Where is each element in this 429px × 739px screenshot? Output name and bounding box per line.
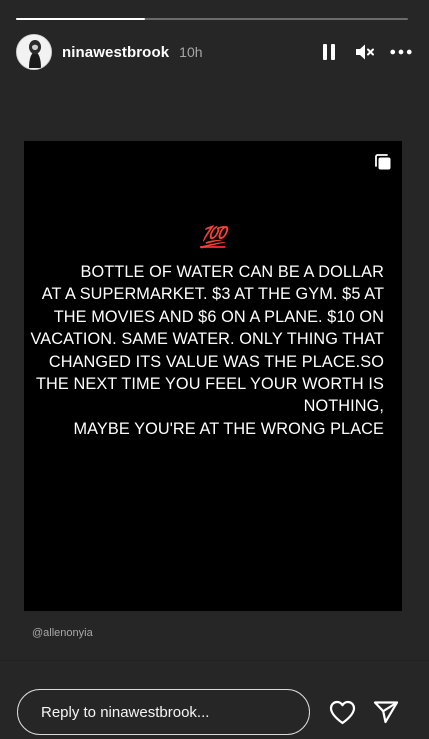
story-viewer: ninawestbrook 10h 💯 BOTTLE OF WATER CAN … [0, 0, 429, 739]
username[interactable]: ninawestbrook [62, 44, 169, 61]
story-controls [318, 34, 412, 70]
more-options-icon[interactable] [390, 41, 412, 63]
post-credit[interactable]: @allenonyia [32, 627, 93, 639]
divider [0, 660, 429, 661]
story-header: ninawestbrook 10h [16, 34, 412, 70]
reply-bar[interactable] [17, 689, 310, 735]
muted-speaker-icon[interactable] [354, 41, 376, 63]
story-progress-fill [16, 18, 146, 20]
post-quote-text: BOTTLE OF WATER CAN BE A DOLLAR AT A SUP… [30, 263, 384, 438]
heart-icon[interactable] [328, 698, 356, 726]
avatar[interactable] [16, 34, 52, 70]
carousel-icon [374, 153, 392, 171]
send-icon[interactable] [372, 698, 400, 726]
story-post-image[interactable]: 💯 BOTTLE OF WATER CAN BE A DOLLAR AT A S… [24, 141, 402, 611]
hundred-points-emoji: 💯 [200, 225, 226, 249]
story-timestamp: 10h [179, 44, 203, 60]
pause-icon[interactable] [318, 41, 340, 63]
story-progress-bar [16, 18, 408, 20]
reply-input[interactable] [41, 703, 296, 721]
